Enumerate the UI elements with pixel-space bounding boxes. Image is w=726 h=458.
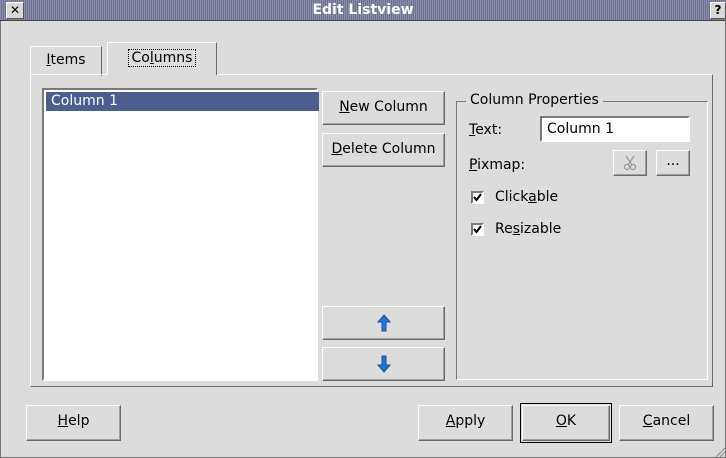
resizable-label[interactable]: Resizable bbox=[495, 219, 561, 239]
move-up-button[interactable] bbox=[322, 306, 445, 340]
cancel-label: Cancel bbox=[642, 413, 691, 429]
context-help-button[interactable]: ? bbox=[710, 2, 726, 19]
clickable-label[interactable]: Clickable bbox=[495, 187, 558, 207]
new-column-button[interactable]: New Column bbox=[322, 91, 445, 125]
ok-button[interactable]: OK bbox=[522, 405, 610, 441]
tab-columns-label: Columns bbox=[127, 49, 197, 67]
move-down-button[interactable] bbox=[322, 347, 445, 381]
browse-pixmap-button[interactable]: ... bbox=[656, 150, 690, 176]
help-label: Help bbox=[57, 413, 90, 429]
resizable-checkbox[interactable] bbox=[471, 223, 484, 236]
close-icon: ✕ bbox=[9, 3, 21, 17]
column-properties-group bbox=[456, 101, 708, 380]
help-icon: ? bbox=[714, 3, 722, 17]
close-button[interactable]: ✕ bbox=[6, 2, 24, 19]
apply-button[interactable]: Apply bbox=[418, 405, 513, 441]
arrow-up-icon bbox=[376, 314, 391, 332]
cancel-button[interactable]: Cancel bbox=[619, 405, 714, 441]
help-button[interactable]: Help bbox=[26, 405, 121, 441]
apply-label: Apply bbox=[445, 413, 486, 429]
ok-label: OK bbox=[555, 413, 577, 429]
ellipsis-label: ... bbox=[666, 153, 680, 169]
clear-pixmap-button[interactable] bbox=[613, 150, 647, 176]
delete-column-button[interactable]: Delete Column bbox=[322, 133, 445, 167]
tab-columns[interactable]: Columns bbox=[107, 42, 217, 75]
check-icon bbox=[473, 193, 482, 202]
arrow-down-icon bbox=[376, 355, 391, 373]
column-properties-title: Column Properties bbox=[466, 90, 603, 110]
clickable-checkbox[interactable] bbox=[471, 191, 484, 204]
pixmap-label: Pixmap: bbox=[469, 157, 526, 173]
window-title: Edit Listview bbox=[312, 2, 414, 18]
delete-column-label: Delete Column bbox=[331, 141, 436, 157]
column-list[interactable]: Column 1 bbox=[42, 88, 319, 381]
column-text-input[interactable]: Column 1 bbox=[540, 116, 690, 142]
check-icon bbox=[473, 225, 482, 234]
text-label: Text: bbox=[469, 122, 503, 138]
tab-items[interactable]: Items bbox=[30, 46, 102, 76]
list-item[interactable]: Column 1 bbox=[46, 92, 319, 111]
resize-grip-icon[interactable] bbox=[714, 446, 726, 458]
new-column-label: New Column bbox=[339, 99, 428, 115]
scissors-icon bbox=[623, 155, 637, 171]
tab-items-label: Items bbox=[46, 52, 86, 68]
